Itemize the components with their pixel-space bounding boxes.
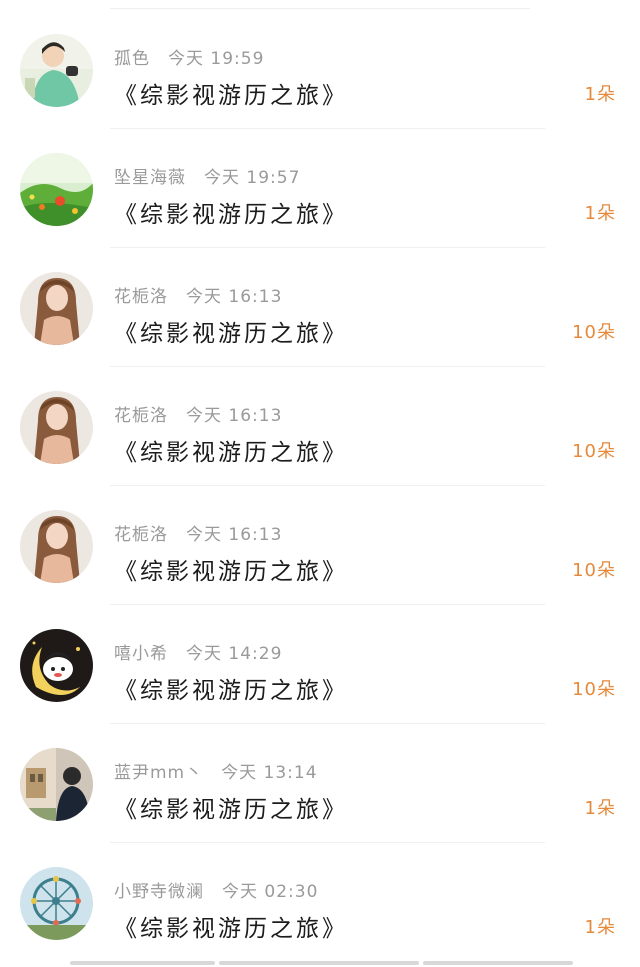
gift-time: 今天 16:13 — [186, 525, 283, 545]
scroll-segment — [70, 961, 215, 965]
gift-meta: 蓝尹mm丶 今天 13:14 — [114, 758, 318, 783]
gift-meta: 嘻小希 今天 14:29 — [114, 639, 283, 664]
gift-time: 今天 13:14 — [221, 763, 318, 783]
girl-long-hair-avatar-icon — [20, 391, 93, 464]
gift-time: 今天 19:59 — [168, 49, 265, 69]
book-title[interactable]: 《综影视游历之旅》 — [114, 195, 348, 229]
book-title[interactable]: 《综影视游历之旅》 — [114, 671, 348, 705]
gift-amount: 1朵 — [584, 798, 616, 819]
book-title[interactable]: 《综影视游历之旅》 — [114, 790, 348, 824]
top-divider — [110, 8, 530, 9]
gift-meta: 坠星海薇 今天 19:57 — [114, 163, 301, 188]
girl-long-hair-avatar-icon — [20, 272, 93, 345]
gift-row[interactable]: 蓝尹mm丶 今天 13:14 《综影视游历之旅》 1朵 — [0, 724, 640, 843]
girl-long-hair-avatar-icon — [20, 510, 93, 583]
gift-meta: 花栀洛 今天 16:13 — [114, 520, 283, 545]
gift-amount: 1朵 — [584, 917, 616, 938]
flowers-garden-avatar-icon — [20, 153, 93, 226]
boy-green-shirt-avatar-icon — [20, 34, 93, 107]
gift-amount: 10朵 — [572, 441, 616, 462]
gift-time: 今天 19:57 — [204, 168, 301, 188]
user-name[interactable]: 蓝尹mm丶 — [114, 763, 203, 783]
gift-row[interactable]: 孤色 今天 19:59 《综影视游历之旅》 1朵 — [0, 10, 640, 129]
book-title[interactable]: 《综影视游历之旅》 — [114, 314, 348, 348]
gift-meta: 花栀洛 今天 16:13 — [114, 282, 283, 307]
gift-meta: 花栀洛 今天 16:13 — [114, 401, 283, 426]
user-name[interactable]: 嘻小希 — [114, 644, 168, 664]
user-name[interactable]: 孤色 — [114, 49, 150, 69]
scroll-segment — [219, 961, 419, 965]
man-street-avatar-icon — [20, 748, 93, 821]
avatar[interactable] — [20, 748, 93, 821]
gift-row[interactable]: 花栀洛 今天 16:13 《综影视游历之旅》 10朵 — [0, 367, 640, 486]
book-title[interactable]: 《综影视游历之旅》 — [114, 76, 348, 110]
avatar[interactable] — [20, 629, 93, 702]
bottom-scroll-indicator — [70, 961, 573, 965]
user-name[interactable]: 花栀洛 — [114, 525, 168, 545]
gift-amount: 10朵 — [572, 679, 616, 700]
gift-amount: 10朵 — [572, 560, 616, 581]
avatar[interactable] — [20, 510, 93, 583]
user-name[interactable]: 花栀洛 — [114, 287, 168, 307]
scroll-segment — [423, 961, 573, 965]
gift-amount: 10朵 — [572, 322, 616, 343]
ferris-wheel-avatar-icon — [20, 867, 93, 940]
book-title[interactable]: 《综影视游历之旅》 — [114, 909, 348, 943]
gift-time: 今天 02:30 — [222, 882, 319, 902]
gift-row[interactable]: 花栀洛 今天 16:13 《综影视游历之旅》 10朵 — [0, 486, 640, 605]
gift-amount: 1朵 — [584, 84, 616, 105]
gift-time: 今天 16:13 — [186, 406, 283, 426]
avatar[interactable] — [20, 391, 93, 464]
book-title[interactable]: 《综影视游历之旅》 — [114, 433, 348, 467]
gift-meta: 孤色 今天 19:59 — [114, 44, 265, 69]
gift-amount: 1朵 — [584, 203, 616, 224]
user-name[interactable]: 坠星海薇 — [114, 168, 186, 188]
cartoon-boy-moon-avatar-icon — [20, 629, 93, 702]
gift-time: 今天 16:13 — [186, 287, 283, 307]
avatar[interactable] — [20, 272, 93, 345]
gift-row[interactable]: 坠星海薇 今天 19:57 《综影视游历之旅》 1朵 — [0, 129, 640, 248]
avatar[interactable] — [20, 34, 93, 107]
gift-row[interactable]: 嘻小希 今天 14:29 《综影视游历之旅》 10朵 — [0, 605, 640, 724]
book-title[interactable]: 《综影视游历之旅》 — [114, 552, 348, 586]
gift-row[interactable]: 花栀洛 今天 16:13 《综影视游历之旅》 10朵 — [0, 248, 640, 367]
avatar[interactable] — [20, 867, 93, 940]
gift-meta: 小野寺微澜 今天 02:30 — [114, 877, 319, 902]
gift-time: 今天 14:29 — [186, 644, 283, 664]
avatar[interactable] — [20, 153, 93, 226]
user-name[interactable]: 小野寺微澜 — [114, 882, 204, 902]
gift-row[interactable]: 小野寺微澜 今天 02:30 《综影视游历之旅》 1朵 — [0, 843, 640, 962]
user-name[interactable]: 花栀洛 — [114, 406, 168, 426]
